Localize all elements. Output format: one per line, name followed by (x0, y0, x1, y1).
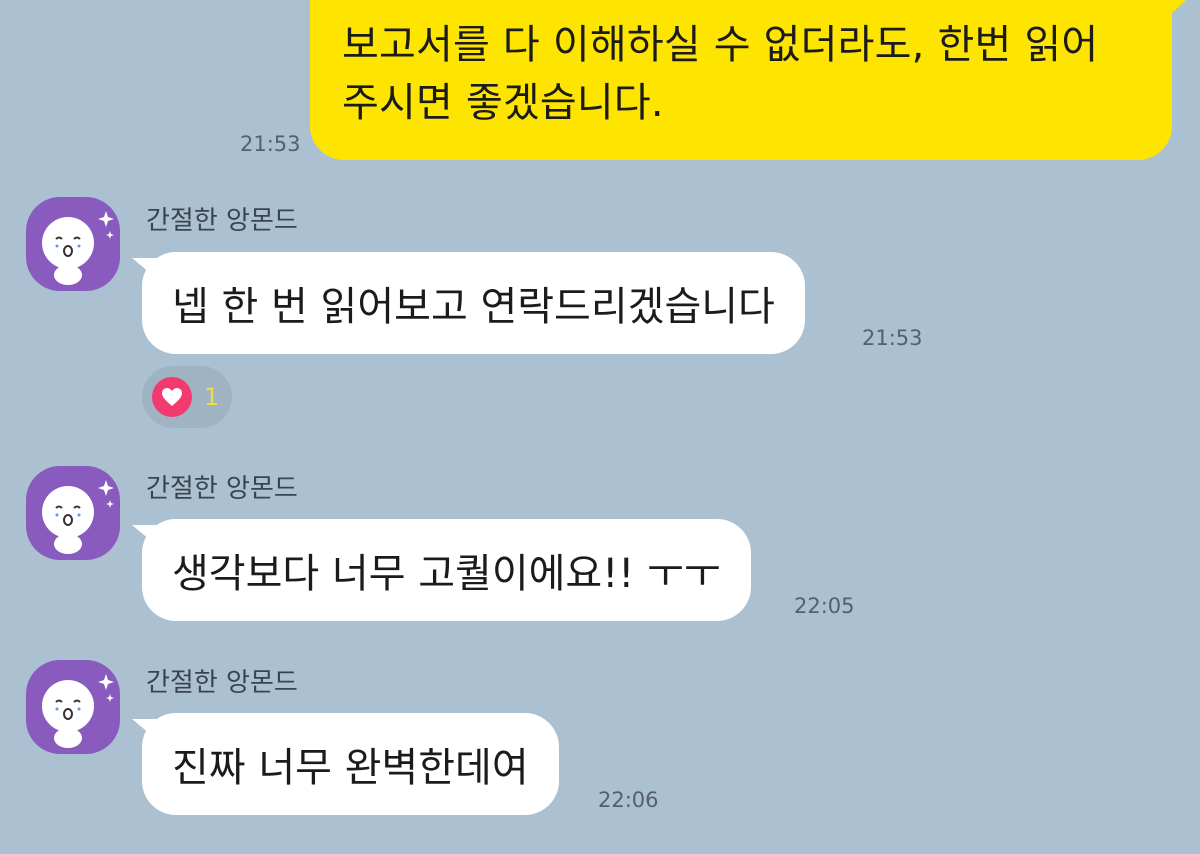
message-time: 21:53 (862, 326, 923, 350)
bubble-tail (132, 525, 156, 545)
incoming-message-text: 생각보다 너무 고퀄이에요!! ㅜㅜ (172, 551, 721, 597)
sender-name: 간절한 앙몬드 (146, 474, 298, 504)
bubble-tail (132, 719, 156, 739)
outgoing-time: 21:53 (240, 132, 301, 156)
outgoing-message-bubble[interactable]: 보고서를 다 이해하실 수 없더라도, 한번 읽어 주시면 좋겠습니다. (310, 0, 1186, 160)
incoming-message-text: 넵 한 번 읽어보고 연락드리겠습니다 (172, 284, 775, 330)
incoming-message-bubble[interactable]: 진짜 너무 완벽한데여 (132, 713, 559, 815)
avatar[interactable] (26, 660, 120, 754)
avatar[interactable] (26, 466, 120, 560)
bubble-tail (132, 258, 156, 278)
bubble-tail (1160, 0, 1186, 24)
incoming-message-bubble[interactable]: 넵 한 번 읽어보고 연락드리겠습니다 (132, 252, 805, 354)
reaction-chip[interactable]: 1 (142, 366, 232, 428)
heart-icon (152, 377, 192, 417)
avatar-character-icon (42, 211, 114, 285)
outgoing-message-text: 보고서를 다 이해하실 수 없더라도, 한번 읽어 주시면 좋겠습니다. (342, 22, 1099, 126)
avatar[interactable] (26, 197, 120, 291)
reaction-count: 1 (204, 383, 220, 411)
incoming-message-text: 진짜 너무 완벽한데여 (172, 745, 529, 791)
message-time: 22:05 (794, 594, 855, 618)
incoming-message-bubble[interactable]: 생각보다 너무 고퀄이에요!! ㅜㅜ (132, 519, 751, 621)
message-time: 22:06 (598, 788, 659, 812)
avatar-character-icon (42, 480, 114, 554)
sender-name: 간절한 앙몬드 (146, 206, 298, 236)
avatar-character-icon (42, 674, 114, 748)
sender-name: 간절한 앙몬드 (146, 668, 298, 698)
